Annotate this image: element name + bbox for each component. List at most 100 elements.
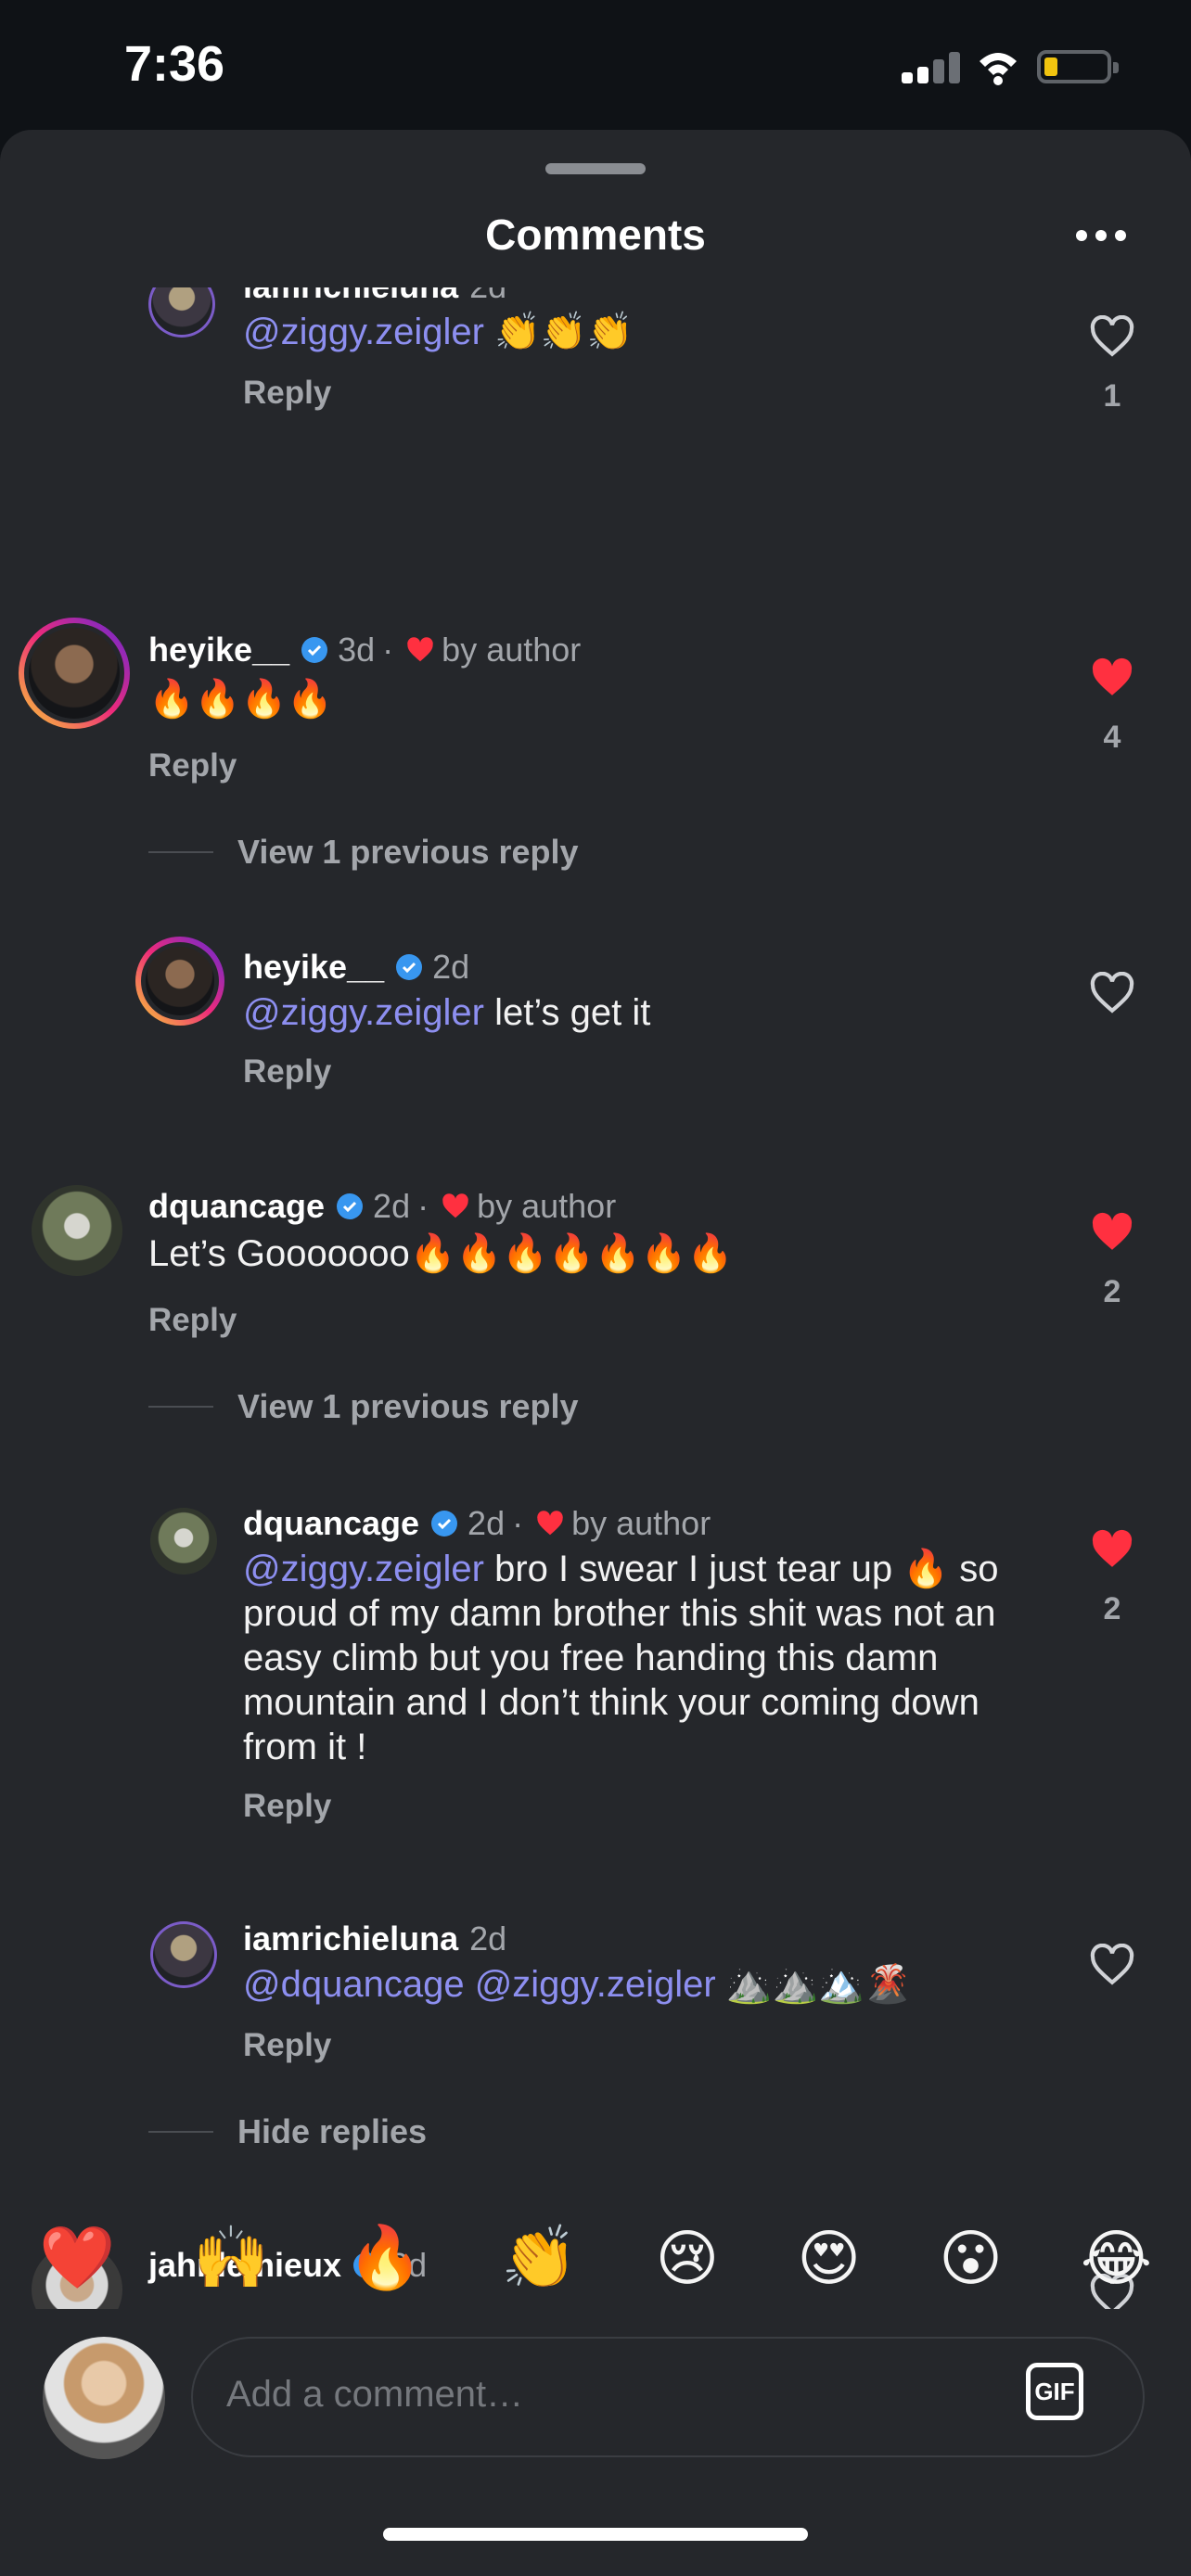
verified-badge-icon <box>301 637 328 663</box>
like-button[interactable]: 4 <box>1087 657 1137 756</box>
like-button[interactable]: 2 <box>1087 1528 1137 1627</box>
comment-meta: iamrichieluna 2d <box>243 287 506 306</box>
comment-text: @dquancage @ziggy.zeigler ⛰️⛰️🏔️🌋 <box>243 1962 1031 2007</box>
username[interactable]: dquancage <box>148 1187 325 1226</box>
like-button[interactable] <box>1087 972 1137 1014</box>
hide-replies-button[interactable]: Hide replies <box>148 2112 427 2151</box>
emoji-clap-button[interactable]: 👏 <box>501 2222 577 2294</box>
like-count: 1 <box>1103 378 1121 414</box>
comment-age: 3d <box>338 631 376 669</box>
comment-reply: dquancage 2d · by author @ziggy.zeigler … <box>0 1504 1191 1875</box>
avatar[interactable] <box>150 1921 217 1988</box>
emoji-raised-hands-button[interactable]: 🙌 <box>193 2222 269 2294</box>
verified-badge-icon <box>396 954 423 980</box>
comment-list[interactable]: iamrichieluna 2d @ziggy.zeigler 👏👏👏 Repl… <box>0 287 1191 2309</box>
reply-button[interactable]: Reply <box>243 2027 331 2064</box>
heart-filled-icon <box>442 1193 468 1218</box>
emoji-heart-eyes-button[interactable]: 😍 <box>797 2223 861 2294</box>
clock: 7:36 <box>124 36 225 92</box>
comment: heyike__ 3d · by author 🔥🔥🔥🔥 Reply View … <box>0 618 1191 918</box>
view-replies-button[interactable]: View 1 previous reply <box>148 1387 579 1426</box>
reply-button[interactable]: Reply <box>243 1053 331 1090</box>
comment-input-placeholder: Add a comment… <box>226 2374 524 2415</box>
avatar[interactable] <box>135 937 224 1026</box>
comment-age: 2d <box>373 1187 411 1225</box>
view-replies-label: View 1 previous reply <box>237 833 579 871</box>
avatar[interactable] <box>19 618 130 729</box>
reply-button[interactable]: Reply <box>243 1788 331 1825</box>
emoji-surprised-button[interactable]: 😮 <box>939 2223 1003 2294</box>
sheet-grabber[interactable] <box>545 163 646 174</box>
heart-outline-icon <box>1090 1944 1134 1985</box>
like-button[interactable]: 2 <box>1087 1211 1137 1310</box>
emoji-laughing-button[interactable]: 😂 <box>1081 2223 1152 2294</box>
like-button[interactable] <box>1087 1944 1137 1986</box>
home-indicator[interactable] <box>383 2528 808 2541</box>
more-options-icon[interactable] <box>1076 230 1126 243</box>
wifi-icon <box>980 53 1017 85</box>
mention-link[interactable]: @ziggy.zeigler <box>243 992 484 1033</box>
comment-meta: dquancage 2d · by author <box>243 1504 711 1543</box>
comment-text: Let’s Gooooooo🔥🔥🔥🔥🔥🔥🔥 <box>148 1233 734 1274</box>
comment-meta: iamrichieluna 2d <box>243 1919 506 1958</box>
sheet-title: Comments <box>485 210 706 259</box>
liked-by-author: by author <box>477 1187 617 1225</box>
verified-badge-icon <box>337 1193 364 1219</box>
emoji-heart-button[interactable]: ❤️ <box>39 2222 115 2294</box>
comment-body: let’s get it <box>483 992 651 1033</box>
liked-by-author: by author <box>571 1504 711 1542</box>
reply-button[interactable]: Reply <box>148 1302 237 1339</box>
mention-link[interactable]: @ziggy.zeigler <box>243 312 484 352</box>
battery-icon <box>1037 50 1119 83</box>
avatar[interactable] <box>32 1185 122 1276</box>
current-user-avatar[interactable] <box>43 2337 165 2459</box>
username[interactable]: iamrichieluna <box>243 287 458 306</box>
mention-link[interactable]: @ziggy.zeigler <box>243 1549 484 1589</box>
reply-button[interactable]: Reply <box>243 375 331 412</box>
comment-text: @ziggy.zeigler let’s get it <box>243 990 1031 1035</box>
separator-dot: · <box>512 1504 524 1542</box>
comment-meta: dquancage 2d · by author <box>148 1187 616 1226</box>
username[interactable]: iamrichieluna <box>243 1919 458 1958</box>
comment-text: @ziggy.zeigler bro I swear I just tear u… <box>243 1547 1031 1769</box>
emoji-crying-button[interactable]: 😢 <box>656 2223 720 2294</box>
comment-age: 2d <box>467 1504 506 1542</box>
signal-icon <box>902 50 961 83</box>
comment-reply: iamrichieluna 2d @ziggy.zeigler 👏👏👏 Repl… <box>0 287 1191 445</box>
heart-filled-icon <box>1092 1212 1133 1250</box>
like-count: 2 <box>1103 1274 1121 1309</box>
username[interactable]: heyike__ <box>148 631 289 670</box>
view-replies-label: View 1 previous reply <box>237 1387 579 1425</box>
heart-outline-icon <box>1090 315 1134 357</box>
avatar[interactable] <box>150 1508 217 1575</box>
username[interactable]: dquancage <box>243 1504 419 1543</box>
comment-text: 🔥🔥🔥🔥 <box>148 679 334 720</box>
heart-filled-icon <box>1092 1529 1133 1567</box>
emoji-reaction-bar: ❤️ 🙌 🔥 👏 😢 😍 😮 😂 <box>0 2207 1191 2309</box>
heart-filled-icon <box>1092 657 1133 695</box>
comments-sheet: Comments iamrichieluna 2d @ziggy.zeigler… <box>0 130 1191 2576</box>
mention-link[interactable]: @dquancage @ziggy.zeigler <box>243 1964 716 2005</box>
view-replies-button[interactable]: View 1 previous reply <box>148 833 579 872</box>
heart-filled-icon <box>407 637 433 662</box>
comment-text: @ziggy.zeigler 👏👏👏 <box>243 310 985 354</box>
thread-line <box>148 1406 213 1408</box>
comment-meta: heyike__ 2d <box>243 948 469 987</box>
emoji-fire-button[interactable]: 🔥 <box>347 2222 423 2294</box>
comment-input[interactable]: Add a comment… GIF <box>191 2337 1145 2457</box>
heart-filled-icon <box>537 1511 563 1536</box>
comment-body: ⛰️⛰️🏔️🌋 <box>715 1964 911 2005</box>
gif-button[interactable]: GIF <box>1026 2363 1083 2420</box>
separator-dot: · <box>382 631 394 669</box>
separator-dot: · <box>417 1187 429 1225</box>
comment-age: 2d <box>432 948 470 986</box>
username[interactable]: heyike__ <box>243 948 384 987</box>
heart-outline-icon <box>1090 972 1134 1014</box>
comment-reply: heyike__ 2d @ziggy.zeigler let’s get it … <box>0 937 1191 1133</box>
avatar[interactable] <box>148 287 215 338</box>
like-button[interactable]: 1 <box>1087 315 1137 414</box>
reply-button[interactable]: Reply <box>148 747 237 784</box>
comment-reply: iamrichieluna 2d @dquancage @ziggy.zeigl… <box>0 1919 1191 2225</box>
status-bar: 7:36 <box>0 0 1191 130</box>
comment-age: 2d <box>469 1919 507 1958</box>
